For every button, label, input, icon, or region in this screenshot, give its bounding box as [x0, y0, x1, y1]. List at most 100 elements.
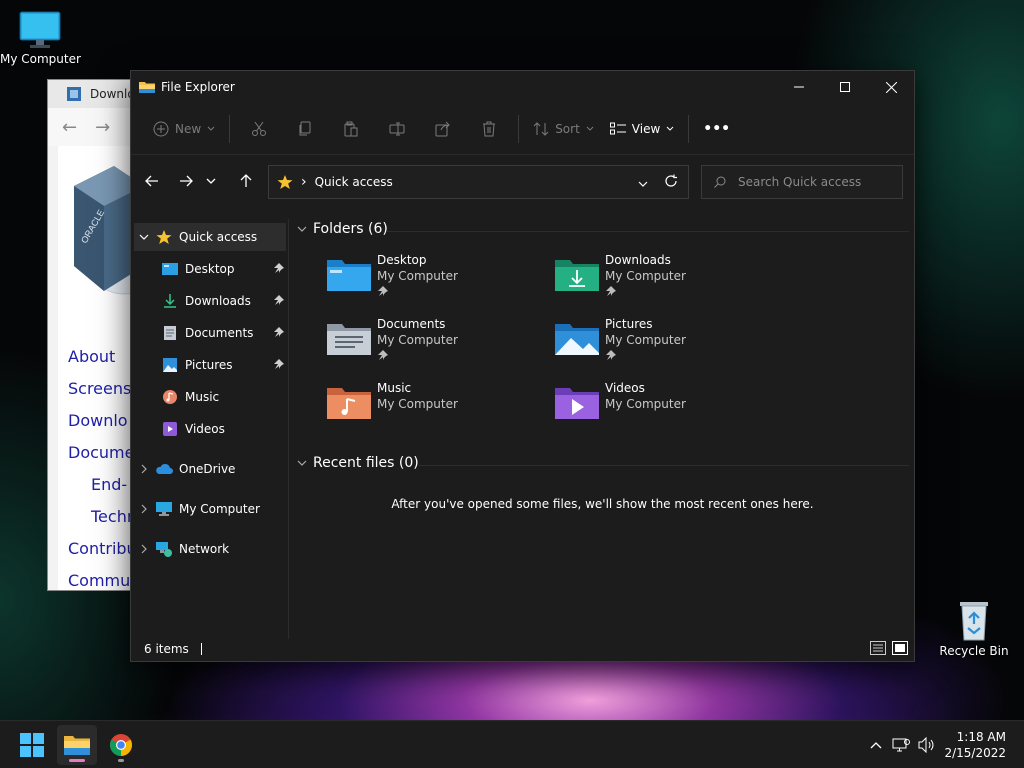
recent-locations-button[interactable]: [199, 165, 223, 197]
recent-files-section-header[interactable]: Recent files (0): [297, 455, 419, 471]
recent-header-label: Recent files (0): [313, 455, 419, 471]
share-button[interactable]: [420, 113, 466, 145]
folder-tile-downloads[interactable]: Downloads My Computer: [555, 253, 775, 309]
chevron-down-icon[interactable]: [134, 234, 154, 240]
delete-button[interactable]: [466, 113, 512, 145]
sidebar-item-desktop[interactable]: Desktop: [134, 255, 286, 283]
folder-name: Videos: [605, 381, 645, 395]
breadcrumb-quick-access[interactable]: Quick access: [315, 175, 393, 189]
more-options-button[interactable]: •••: [695, 113, 738, 145]
refresh-button[interactable]: [664, 174, 678, 191]
details-view-button[interactable]: [870, 641, 886, 658]
desktop-icon-my-computer[interactable]: My Computer: [0, 10, 81, 66]
windows-logo-icon: [20, 733, 44, 757]
folders-header-label: Folders (6): [313, 221, 388, 237]
view-button[interactable]: View: [602, 113, 682, 145]
video-icon: [160, 421, 180, 437]
pin-icon: [378, 286, 388, 296]
sidebar-item-onedrive[interactable]: OneDrive: [134, 455, 286, 483]
videos-folder-icon: [555, 388, 599, 419]
minimize-icon: [794, 86, 804, 88]
copy-button[interactable]: [282, 113, 328, 145]
file-explorer-icon: [64, 736, 90, 755]
link-community[interactable]: Commu: [68, 565, 136, 590]
folder-name: Pictures: [605, 317, 653, 331]
sidebar-item-my-computer[interactable]: My Computer: [134, 495, 286, 523]
start-button[interactable]: [12, 725, 52, 765]
sidebar-item-videos[interactable]: Videos: [134, 415, 286, 443]
sidebar-item-label: Videos: [185, 422, 225, 436]
sidebar-item-label: OneDrive: [179, 462, 236, 476]
link-end-user[interactable]: End-: [68, 469, 136, 501]
folder-name: Music: [377, 381, 412, 395]
close-button[interactable]: [868, 71, 914, 103]
sidebar-item-downloads[interactable]: Downloads: [134, 287, 286, 315]
link-downloads[interactable]: Downlo: [68, 405, 136, 437]
taskbar-chrome[interactable]: [101, 725, 141, 765]
sidebar-item-music[interactable]: Music: [134, 383, 286, 411]
tiles-view-button[interactable]: [892, 641, 908, 658]
music-folder-icon: [327, 388, 371, 419]
clock[interactable]: 1:18 AM 2/15/2022: [944, 729, 1006, 761]
monitor-icon: [154, 501, 174, 517]
clipboard-icon: [344, 121, 358, 136]
sort-icon: [533, 121, 549, 136]
desktop-icon-recycle-bin[interactable]: Recycle Bin: [934, 598, 1014, 658]
chevron-right-icon[interactable]: [134, 504, 154, 514]
cut-button[interactable]: [236, 113, 282, 145]
back-button[interactable]: [135, 165, 169, 197]
sidebar-item-network[interactable]: Network: [134, 535, 286, 563]
sort-button[interactable]: Sort: [525, 113, 602, 145]
folder-tile-pictures[interactable]: Pictures My Computer: [555, 317, 775, 373]
folder-tile-desktop[interactable]: Desktop My Computer: [327, 253, 547, 309]
sidebar-item-pictures[interactable]: Pictures: [134, 351, 286, 379]
folder-name: Desktop: [377, 253, 427, 267]
up-button[interactable]: [229, 165, 263, 197]
background-window-title: Downlo: [90, 87, 135, 101]
search-box[interactable]: Search Quick access: [701, 165, 903, 199]
paste-button[interactable]: [328, 113, 374, 145]
maximize-button[interactable]: [822, 71, 868, 103]
pin-icon: [274, 326, 284, 340]
rename-button[interactable]: [374, 113, 420, 145]
volume-button[interactable]: [914, 737, 940, 753]
recent-files-empty-message: After you've opened some files, we'll sh…: [391, 497, 814, 511]
forward-button[interactable]: [169, 165, 203, 197]
view-label: View: [631, 121, 661, 136]
link-contribute[interactable]: Contribu: [68, 533, 136, 565]
forward-arrow-icon[interactable]: →: [95, 117, 110, 138]
file-explorer-window[interactable]: File Explorer New Sort View ••• › Quick …: [130, 70, 915, 662]
chevron-right-icon[interactable]: [134, 464, 154, 474]
chevron-right-icon[interactable]: [134, 544, 154, 554]
folder-tile-music[interactable]: Music My Computer: [327, 381, 547, 437]
sidebar-item-documents[interactable]: Documents: [134, 319, 286, 347]
link-about[interactable]: About: [68, 341, 136, 373]
new-button[interactable]: New: [145, 113, 223, 145]
folders-section-header[interactable]: Folders (6): [297, 221, 388, 237]
back-arrow-icon[interactable]: ←: [62, 117, 77, 138]
address-bar[interactable]: › Quick access: [268, 165, 689, 199]
link-technical[interactable]: Techn: [68, 501, 136, 533]
pin-icon: [606, 350, 616, 360]
link-documentation[interactable]: Docume: [68, 437, 136, 469]
explorer-titlebar[interactable]: File Explorer: [131, 71, 914, 103]
system-tray: [864, 721, 940, 768]
toolbar-separator: [688, 114, 690, 143]
volume-icon: [918, 737, 934, 753]
background-browser-window[interactable]: Downlo ← → ORACLE About Screens Downlo D…: [47, 79, 137, 591]
folder-tile-videos[interactable]: Videos My Computer: [555, 381, 775, 437]
network-status-button[interactable]: [888, 737, 914, 753]
show-hidden-icons-button[interactable]: [864, 741, 888, 749]
sidebar-item-label: Pictures: [185, 358, 233, 372]
link-screenshots[interactable]: Screens: [68, 373, 136, 405]
search-input[interactable]: Search Quick access: [738, 175, 861, 189]
details-view-icon: [870, 641, 886, 655]
minimize-button[interactable]: [776, 71, 822, 103]
taskbar-file-explorer[interactable]: [57, 725, 97, 765]
address-dropdown-button[interactable]: [638, 176, 648, 190]
sidebar-item-quick-access[interactable]: Quick access: [134, 223, 286, 251]
music-note-icon: [160, 389, 180, 405]
new-label: New: [175, 121, 202, 136]
folder-tile-documents[interactable]: Documents My Computer: [327, 317, 547, 373]
content-pane: Folders (6) Desktop My Computer Download…: [291, 219, 914, 639]
